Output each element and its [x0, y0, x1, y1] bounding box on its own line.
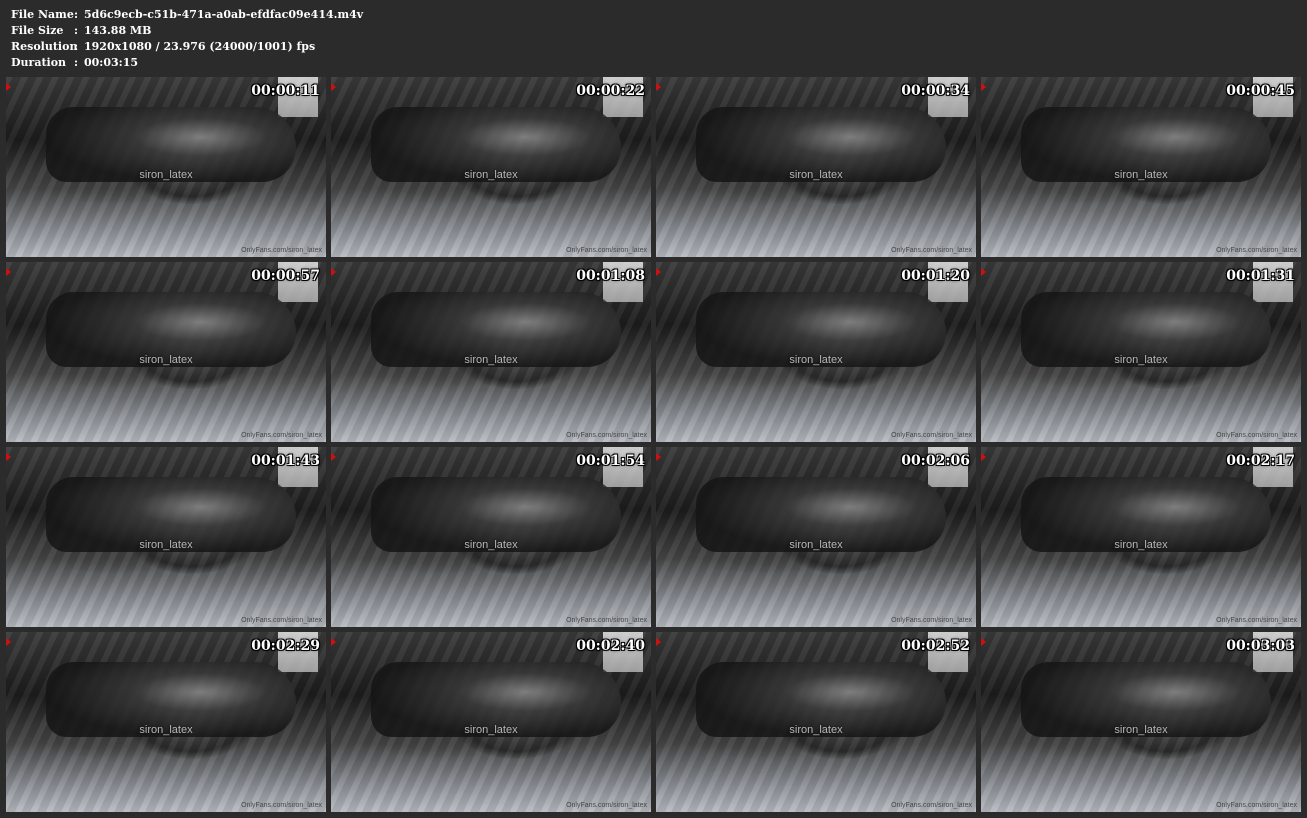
- thumbnail-watermark: siron_latex: [1114, 539, 1168, 551]
- thumbnail-timestamp: 00:01:20: [901, 268, 970, 284]
- thumbnail-frame[interactable]: 00:03:03 siron_latex OnlyFans.com/siron_…: [981, 632, 1301, 812]
- thumbnail-watermark: siron_latex: [789, 724, 843, 736]
- thumbnail-credit: OnlyFans.com/siron_latex: [241, 247, 322, 254]
- thumbnail-frame[interactable]: 00:01:43 siron_latex OnlyFans.com/siron_…: [6, 447, 326, 627]
- thumbnail-watermark: siron_latex: [464, 354, 518, 366]
- thumbnail-grid: 00:00:11 siron_latex OnlyFans.com/siron_…: [6, 77, 1301, 812]
- thumbnail-timestamp: 00:03:03: [1226, 638, 1295, 654]
- thumbnail-timestamp: 00:02:17: [1226, 453, 1295, 469]
- thumbnail-credit: OnlyFans.com/siron_latex: [241, 802, 322, 809]
- thumbnail-watermark: siron_latex: [464, 539, 518, 551]
- thumbnail-frame[interactable]: 00:02:29 siron_latex OnlyFans.com/siron_…: [6, 632, 326, 812]
- play-marker-icon: [981, 638, 986, 646]
- thumbnail-credit: OnlyFans.com/siron_latex: [891, 432, 972, 439]
- thumbnail-timestamp: 00:01:31: [1226, 268, 1295, 284]
- thumbnail-watermark: siron_latex: [789, 169, 843, 181]
- thumbnail-frame[interactable]: 00:02:06 siron_latex OnlyFans.com/siron_…: [656, 447, 976, 627]
- thumbnail-timestamp: 00:01:54: [576, 453, 645, 469]
- thumbnail-timestamp: 00:01:08: [576, 268, 645, 284]
- thumbnail-credit: OnlyFans.com/siron_latex: [566, 247, 647, 254]
- play-marker-icon: [6, 453, 11, 461]
- thumbnail-credit: OnlyFans.com/siron_latex: [241, 617, 322, 624]
- thumbnail-frame[interactable]: 00:00:34 siron_latex OnlyFans.com/siron_…: [656, 77, 976, 257]
- thumbnail-timestamp: 00:00:11: [251, 83, 320, 99]
- file-info-header: File Name : 5d6c9ecb-c51b-471a-a0ab-efdf…: [11, 7, 363, 71]
- thumbnail-watermark: siron_latex: [789, 539, 843, 551]
- resolution-value: 1920x1080 / 23.976 (24000/1001) fps: [84, 40, 316, 53]
- thumbnail-frame[interactable]: 00:02:52 siron_latex OnlyFans.com/siron_…: [656, 632, 976, 812]
- thumbnail-frame[interactable]: 00:02:17 siron_latex OnlyFans.com/siron_…: [981, 447, 1301, 627]
- thumbnail-watermark: siron_latex: [1114, 354, 1168, 366]
- thumbnail-watermark: siron_latex: [139, 354, 193, 366]
- file-name-value: 5d6c9ecb-c51b-471a-a0ab-efdfac09e414.m4v: [84, 8, 364, 21]
- thumbnail-credit: OnlyFans.com/siron_latex: [241, 432, 322, 439]
- play-marker-icon: [656, 453, 661, 461]
- resolution-label: Resolution: [11, 40, 78, 53]
- thumbnail-frame[interactable]: 00:01:54 siron_latex OnlyFans.com/siron_…: [331, 447, 651, 627]
- thumbnail-credit: OnlyFans.com/siron_latex: [891, 617, 972, 624]
- play-marker-icon: [981, 83, 986, 91]
- play-marker-icon: [331, 268, 336, 276]
- thumbnail-watermark: siron_latex: [464, 724, 518, 736]
- thumbnail-credit: OnlyFans.com/siron_latex: [891, 247, 972, 254]
- play-marker-icon: [656, 638, 661, 646]
- duration-separator: :: [74, 56, 79, 69]
- thumbnail-timestamp: 00:02:52: [901, 638, 970, 654]
- thumbnail-watermark: siron_latex: [139, 539, 193, 551]
- thumbnail-watermark: siron_latex: [139, 169, 193, 181]
- resolution-separator: :: [74, 40, 79, 53]
- thumbnail-timestamp: 00:00:57: [251, 268, 320, 284]
- file-size-row: File Size : 143.88 MB: [11, 23, 363, 39]
- play-marker-icon: [331, 83, 336, 91]
- play-marker-icon: [331, 638, 336, 646]
- thumbnail-credit: OnlyFans.com/siron_latex: [1216, 802, 1297, 809]
- file-size-label: File Size: [11, 24, 64, 37]
- thumbnail-credit: OnlyFans.com/siron_latex: [1216, 247, 1297, 254]
- thumbnail-watermark: siron_latex: [464, 169, 518, 181]
- thumbnail-frame[interactable]: 00:01:31 siron_latex OnlyFans.com/siron_…: [981, 262, 1301, 442]
- thumbnail-timestamp: 00:00:45: [1226, 83, 1295, 99]
- duration-value: 00:03:15: [84, 56, 139, 69]
- thumbnail-watermark: siron_latex: [139, 724, 193, 736]
- thumbnail-frame[interactable]: 00:00:11 siron_latex OnlyFans.com/siron_…: [6, 77, 326, 257]
- thumbnail-frame[interactable]: 00:00:45 siron_latex OnlyFans.com/siron_…: [981, 77, 1301, 257]
- thumbnail-watermark: siron_latex: [789, 354, 843, 366]
- play-marker-icon: [656, 268, 661, 276]
- thumbnail-timestamp: 00:00:34: [901, 83, 970, 99]
- thumbnail-watermark: siron_latex: [1114, 169, 1168, 181]
- thumbnail-credit: OnlyFans.com/siron_latex: [1216, 432, 1297, 439]
- thumbnail-frame[interactable]: 00:02:40 siron_latex OnlyFans.com/siron_…: [331, 632, 651, 812]
- play-marker-icon: [656, 83, 661, 91]
- thumbnail-timestamp: 00:00:22: [576, 83, 645, 99]
- thumbnail-credit: OnlyFans.com/siron_latex: [1216, 617, 1297, 624]
- thumbnail-timestamp: 00:02:29: [251, 638, 320, 654]
- file-name-row: File Name : 5d6c9ecb-c51b-471a-a0ab-efdf…: [11, 7, 363, 23]
- thumbnail-credit: OnlyFans.com/siron_latex: [566, 617, 647, 624]
- duration-row: Duration : 00:03:15: [11, 55, 363, 71]
- thumbnail-credit: OnlyFans.com/siron_latex: [891, 802, 972, 809]
- play-marker-icon: [981, 268, 986, 276]
- resolution-row: Resolution : 1920x1080 / 23.976 (24000/1…: [11, 39, 363, 55]
- thumbnail-watermark: siron_latex: [1114, 724, 1168, 736]
- thumbnail-timestamp: 00:01:43: [251, 453, 320, 469]
- play-marker-icon: [6, 638, 11, 646]
- file-name-separator: :: [74, 8, 79, 21]
- thumbnail-frame[interactable]: 00:00:22 siron_latex OnlyFans.com/siron_…: [331, 77, 651, 257]
- file-size-separator: :: [74, 24, 79, 37]
- file-size-value: 143.88 MB: [84, 24, 152, 37]
- thumbnail-credit: OnlyFans.com/siron_latex: [566, 802, 647, 809]
- file-name-label: File Name: [11, 8, 74, 21]
- thumbnail-frame[interactable]: 00:01:08 siron_latex OnlyFans.com/siron_…: [331, 262, 651, 442]
- thumbnail-timestamp: 00:02:40: [576, 638, 645, 654]
- play-marker-icon: [6, 268, 11, 276]
- thumbnail-frame[interactable]: 00:00:57 siron_latex OnlyFans.com/siron_…: [6, 262, 326, 442]
- play-marker-icon: [6, 83, 11, 91]
- play-marker-icon: [331, 453, 336, 461]
- play-marker-icon: [981, 453, 986, 461]
- thumbnail-credit: OnlyFans.com/siron_latex: [566, 432, 647, 439]
- thumbnail-timestamp: 00:02:06: [901, 453, 970, 469]
- thumbnail-frame[interactable]: 00:01:20 siron_latex OnlyFans.com/siron_…: [656, 262, 976, 442]
- duration-label: Duration: [11, 56, 67, 69]
